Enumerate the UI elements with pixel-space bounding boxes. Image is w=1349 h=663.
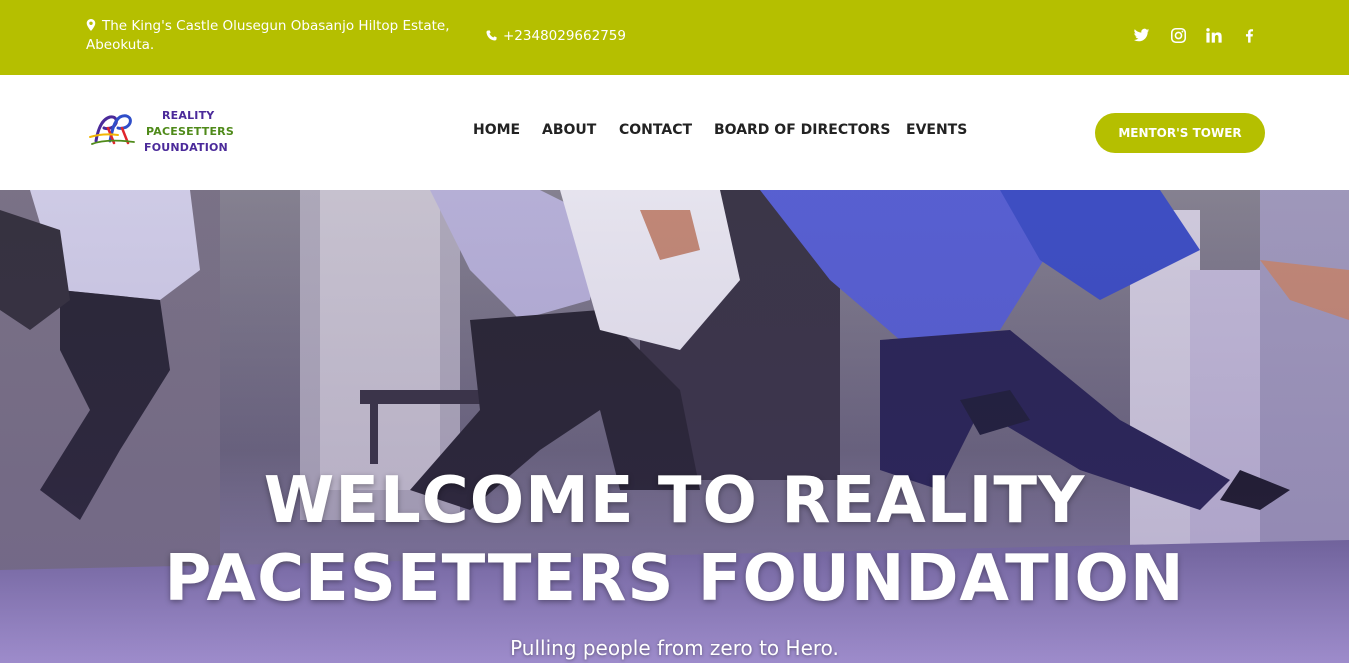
address: The King's Castle Olusegun Obasanjo Hilt…: [86, 17, 466, 55]
logo-line-1: REALITY: [162, 109, 215, 122]
phone-icon: [486, 30, 497, 41]
twitter-icon[interactable]: [1131, 25, 1151, 45]
hero-subtitle: Pulling people from zero to Hero.: [510, 636, 839, 660]
phone-number: +2348029662759: [503, 28, 626, 44]
nav-events[interactable]: EVENTS: [906, 122, 967, 138]
phone[interactable]: +2348029662759: [486, 27, 626, 46]
hero-title: WELCOME TO REALITY PACESETTERS FOUNDATIO…: [0, 462, 1349, 618]
nav-board-of-directors[interactable]: BOARD OF DIRECTORS: [714, 122, 890, 138]
logo-mark: [89, 114, 135, 145]
site-header: REALITY PACESETTERS FOUNDATION HOME ABOU…: [0, 75, 1349, 190]
top-contact-bar: The King's Castle Olusegun Obasanjo Hilt…: [0, 0, 1349, 75]
logo-line-2: PACESETTERS: [146, 125, 234, 138]
instagram-icon[interactable]: [1168, 25, 1188, 45]
mentors-tower-button[interactable]: MENTOR'S TOWER: [1095, 113, 1265, 153]
nav-home[interactable]: HOME: [473, 122, 520, 138]
hero-title-line-2: PACESETTERS FOUNDATION: [164, 542, 1185, 616]
nav-about[interactable]: ABOUT: [542, 122, 596, 138]
hero-title-line-1: WELCOME TO REALITY: [263, 464, 1086, 538]
map-marker-icon: [86, 19, 96, 31]
logo-line-3: FOUNDATION: [144, 141, 228, 154]
nav-contact[interactable]: CONTACT: [619, 122, 692, 138]
address-text: The King's Castle Olusegun Obasanjo Hilt…: [86, 18, 450, 53]
facebook-icon[interactable]: [1239, 25, 1259, 45]
hero-banner: WELCOME TO REALITY PACESETTERS FOUNDATIO…: [0, 190, 1349, 663]
site-logo[interactable]: REALITY PACESETTERS FOUNDATION: [88, 107, 238, 159]
linkedin-icon[interactable]: [1203, 25, 1223, 45]
